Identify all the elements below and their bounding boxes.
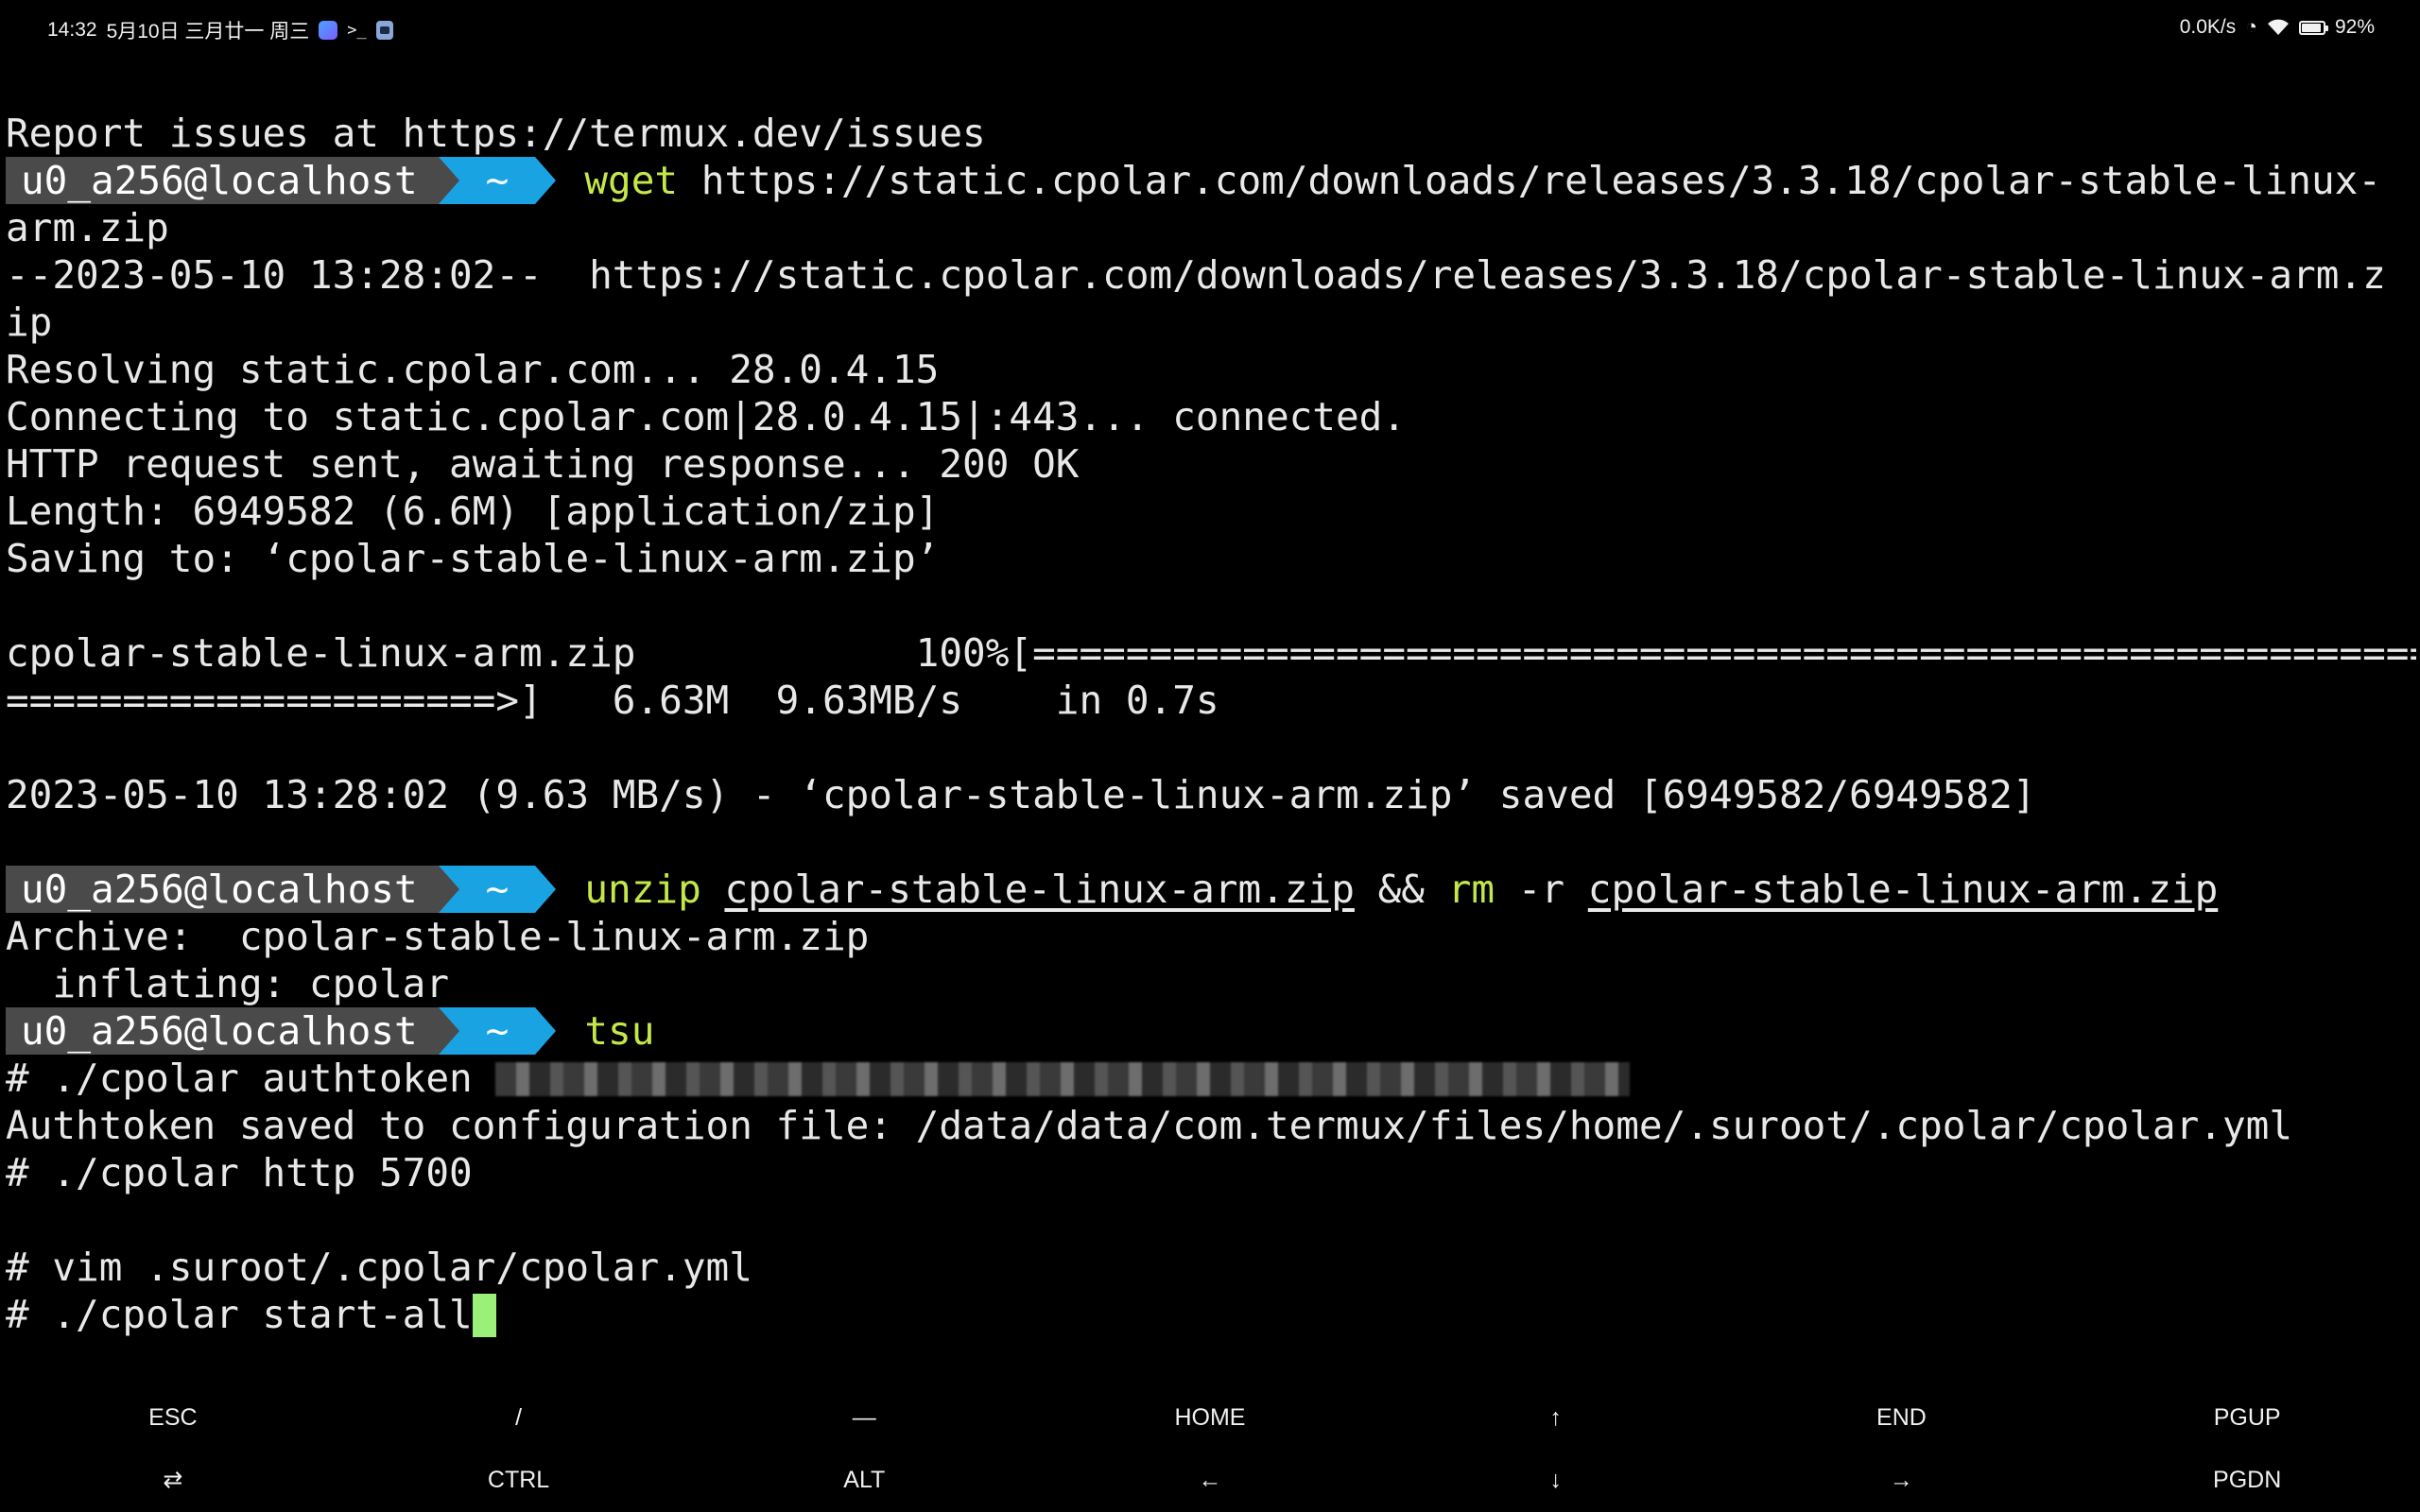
terminal-line: # ./cpolar http 5700 <box>6 1150 473 1195</box>
terminal-line: ip <box>6 300 53 345</box>
key-home[interactable]: HOME <box>1037 1400 1383 1435</box>
command-text: # ./cpolar start-all <box>6 1292 473 1337</box>
terminal-line: Connecting to static.cpolar.com|28.0.4.1… <box>6 394 1407 439</box>
terminal-line: HTTP request sent, awaiting response... … <box>6 441 1080 487</box>
prompt-separator <box>438 157 459 204</box>
key-ctrl[interactable]: CTRL <box>346 1463 692 1497</box>
key-slash[interactable]: / <box>346 1400 692 1435</box>
key-up-arrow[interactable]: ↑ <box>1383 1400 1729 1435</box>
terminal-line: --2023-05-10 13:28:02-- https://static.c… <box>6 252 2386 298</box>
prompt-directory: ~ <box>458 866 536 913</box>
command-arg: cpolar-stable-linux-arm.zip <box>1587 867 2219 912</box>
prompt-separator <box>438 866 459 913</box>
terminal-line: # ./cpolar start-all <box>6 1291 2416 1338</box>
terminal-line: Resolving static.cpolar.com... 28.0.4.15 <box>6 347 940 392</box>
command-text: # ./cpolar authtoken <box>6 1056 496 1101</box>
prompt-separator <box>535 157 557 204</box>
prompt-separator <box>535 1007 557 1055</box>
terminal-line: # vim .suroot/.cpolar/cpolar.yml <box>6 1245 752 1290</box>
terminal-line: 2023-05-10 13:28:02 (9.63 MB/s) - ‘cpola… <box>6 772 2036 817</box>
extra-keys-row-2: ⇄ CTRL ALT ← ↓ → PGDN <box>0 1463 2420 1497</box>
terminal-line: arm.zip <box>6 205 169 250</box>
key-left-arrow[interactable]: ← <box>1037 1463 1383 1497</box>
status-bar: 14:32 5月10日 三月廿一 周三 >_ 0.0K/s ◔ 92% <box>0 0 2420 55</box>
key-down-arrow[interactable]: ↓ <box>1383 1463 1729 1497</box>
app-icon <box>319 21 338 40</box>
prompt-directory: ~ <box>458 1007 536 1055</box>
key-pgup[interactable]: PGUP <box>2074 1400 2420 1435</box>
terminal-line: Length: 6949582 (6.6M) [application/zip] <box>6 489 940 534</box>
terminal-line: =====================>] 6.63M 9.63MB/s i… <box>6 678 1219 723</box>
prompt-directory: ~ <box>458 157 536 204</box>
wifi-icon <box>2267 19 2289 35</box>
terminal-line: Authtoken saved to configuration file: /… <box>6 1103 2293 1148</box>
key-end[interactable]: END <box>1729 1400 2075 1435</box>
key-alt[interactable]: ALT <box>691 1463 1037 1497</box>
terminal-line: Saving to: ‘cpolar-stable-linux-arm.zip’ <box>6 536 940 581</box>
key-drawer-toggle[interactable]: ⇄ <box>0 1463 346 1497</box>
prompt-separator <box>535 866 557 913</box>
key-pgdn[interactable]: PGDN <box>2074 1463 2420 1497</box>
key-right-arrow[interactable]: → <box>1729 1463 2075 1497</box>
terminal-line: u0_a256@localhost ~ unzip cpolar-stable-li… <box>6 866 2416 913</box>
status-left: 14:32 5月10日 三月廿一 周三 >_ <box>47 16 393 44</box>
clock: 14:32 <box>47 19 97 41</box>
network-speed: 0.0K/s <box>2179 16 2237 38</box>
terminal-icon: >_ <box>347 21 367 40</box>
command-name: tsu <box>584 1008 655 1054</box>
terminal-line: # ./cpolar authtoken <box>6 1055 2416 1102</box>
command-operator: && <box>1377 867 1425 912</box>
command-args: https://static.cpolar.com/downloads/rele… <box>678 158 2382 203</box>
data-icon: ◔ <box>2245 16 2257 38</box>
redacted-token <box>495 1062 1631 1096</box>
prompt-separator <box>438 1007 459 1055</box>
terminal-line: Report issues at https://termux.dev/issu… <box>6 111 986 156</box>
extra-keys-row-1: ESC / — HOME ↑ END PGUP <box>0 1400 2420 1435</box>
terminal-output[interactable]: Report issues at https://termux.dev/issu… <box>6 110 2416 1338</box>
command-flag: -r <box>1495 867 1588 912</box>
terminal-line: inflating: cpolar <box>6 961 449 1006</box>
key-dash[interactable]: — <box>691 1400 1037 1435</box>
date: 5月10日 三月廿一 周三 <box>106 21 310 43</box>
extra-keys-bar: ESC / — HOME ↑ END PGUP ⇄ CTRL ALT ← ↓ → PGDN <box>0 1384 2420 1512</box>
prompt-user: u0_a256@localhost <box>6 866 439 913</box>
key-esc[interactable]: ESC <box>0 1400 346 1435</box>
prompt-user: u0_a256@localhost <box>6 157 439 204</box>
command-arg: cpolar-stable-linux-arm.zip <box>724 867 1355 912</box>
command-name: rm <box>1447 867 1495 912</box>
battery-icon <box>2298 20 2328 35</box>
app-icon <box>375 21 393 40</box>
terminal-line: cpolar-stable-linux-arm.zip 100%[=======… <box>6 630 2416 676</box>
status-right: 0.0K/s ◔ 92% <box>2180 16 2375 39</box>
terminal-line: Archive: cpolar-stable-linux-arm.zip <box>6 914 870 959</box>
terminal-line: u0_a256@localhost ~ tsu <box>6 1007 2416 1055</box>
battery-percent: 92% <box>2334 16 2375 38</box>
prompt-user: u0_a256@localhost <box>6 1007 439 1055</box>
text-cursor <box>472 1294 496 1337</box>
terminal-line: u0_a256@localhost ~ wget https://static.cp… <box>6 157 2416 204</box>
command-name: wget <box>584 158 679 203</box>
command-name: unzip <box>584 867 701 912</box>
